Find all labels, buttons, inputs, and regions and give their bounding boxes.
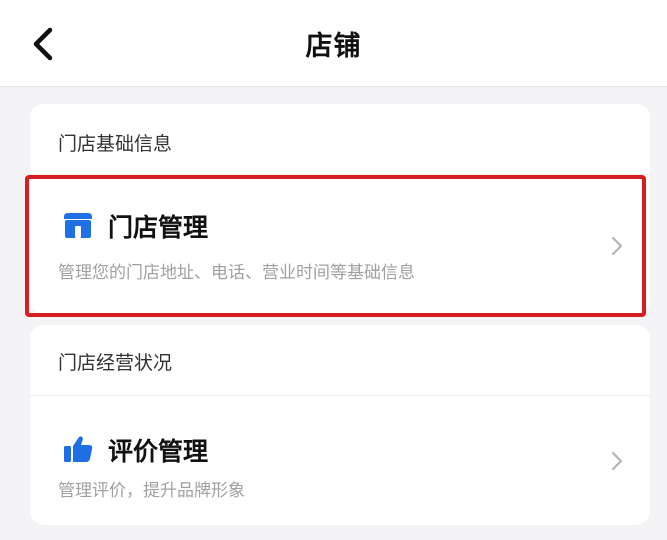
store-management-description: 管理您的门店地址、电话、营业时间等基础信息 xyxy=(58,263,415,283)
store-operation-card: 门店经营状况 评价管理 管理评价，提升品牌形象 xyxy=(30,325,650,525)
store-icon xyxy=(64,213,92,238)
page-title: 店铺 xyxy=(305,31,362,62)
chevron-right-icon xyxy=(611,451,623,471)
navigation-bar: 店铺 xyxy=(0,0,667,87)
review-management-description: 管理评价，提升品牌形象 xyxy=(58,481,245,501)
review-management-title: 评价管理 xyxy=(108,437,209,466)
review-management-entry[interactable]: 评价管理 管理评价，提升品牌形象 xyxy=(30,396,650,525)
store-basic-info-card: 门店基础信息 门店管理 管理您的门店地址、电话、营业时间等基础信息 xyxy=(30,104,650,314)
section-header-operation: 门店经营状况 xyxy=(58,352,173,374)
store-management-title: 门店管理 xyxy=(108,213,209,242)
store-management-entry[interactable]: 门店管理 管理您的门店地址、电话、营业时间等基础信息 xyxy=(30,175,650,314)
chevron-right-icon xyxy=(611,236,623,256)
section-header-basic-info: 门店基础信息 xyxy=(58,133,173,155)
thumbs-up-icon xyxy=(64,436,93,462)
